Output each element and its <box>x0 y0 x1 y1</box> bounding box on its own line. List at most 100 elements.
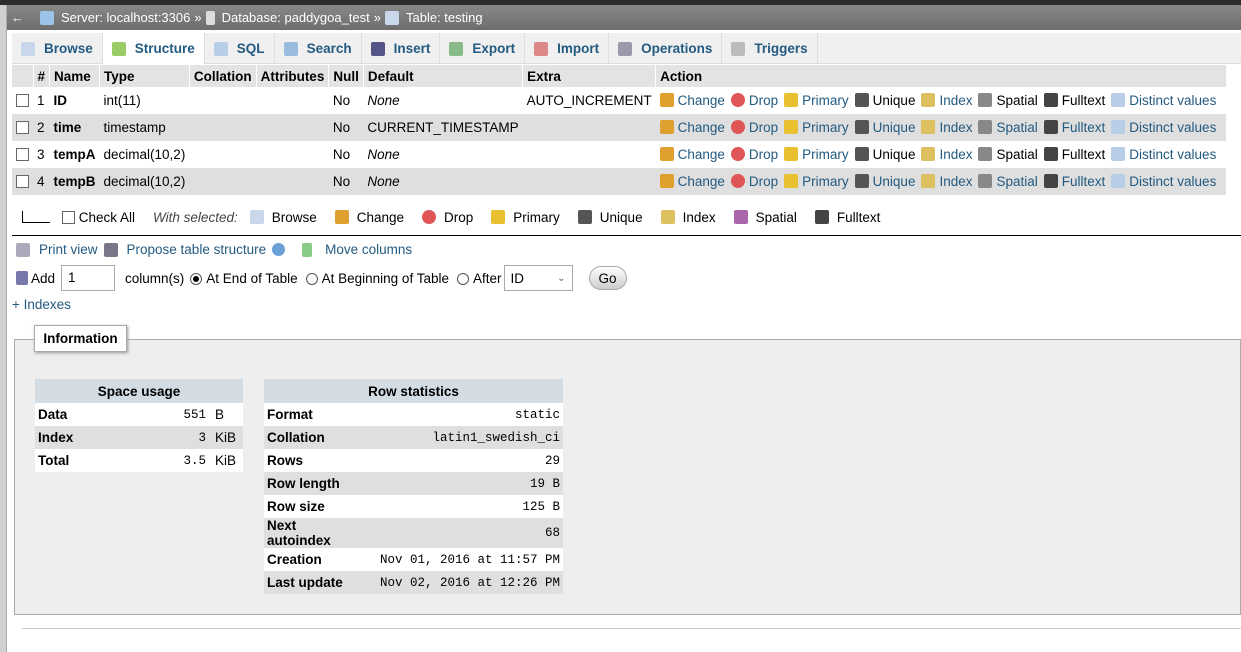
row-checkbox[interactable] <box>16 94 29 107</box>
row-checkbox[interactable] <box>16 148 29 161</box>
action-spatial[interactable]: Spatial <box>978 147 1038 162</box>
action-distinct[interactable]: Distinct values <box>1111 147 1216 162</box>
action-distinct[interactable]: Distinct values <box>1111 120 1216 135</box>
action-unique[interactable]: Unique <box>854 120 915 135</box>
breadcrumb-database[interactable]: Database: paddygoa_test <box>222 10 370 25</box>
row-checkbox[interactable] <box>16 175 29 188</box>
action-distinct[interactable]: Distinct values <box>1111 93 1216 108</box>
column-attributes <box>256 87 329 114</box>
row-statistics-row: Creation Nov 01, 2016 at 11:57 PM <box>264 548 563 571</box>
with-selected-drop[interactable]: Drop <box>422 209 473 225</box>
action-fulltext[interactable]: Fulltext <box>1043 120 1105 135</box>
breadcrumb-table[interactable]: Table: testing <box>406 10 483 25</box>
navigation-collapse-bar[interactable] <box>0 5 7 652</box>
column-header: Null <box>328 65 364 87</box>
with-selected-browse[interactable]: Browse <box>249 209 317 225</box>
tab-structure[interactable]: Structure <box>102 33 205 64</box>
with-selected-primary[interactable]: Primary <box>491 209 560 225</box>
unique-icon <box>854 147 869 161</box>
column-header: Action <box>655 65 1227 87</box>
action-fulltext[interactable]: Fulltext <box>1043 147 1105 162</box>
action-change[interactable]: Change <box>659 174 725 189</box>
tab-search[interactable]: Search <box>275 33 362 64</box>
table-links: Print view Propose table structure Move … <box>16 242 412 257</box>
row-statistics-table: Row statistics Format static Collation lati… <box>264 379 563 594</box>
unique-icon <box>854 174 869 188</box>
move-columns-link[interactable]: Move columns <box>325 242 412 257</box>
table-row: 2 time timestamp No CURRENT_TIMESTAMP Ch… <box>12 114 1227 141</box>
fulltext-icon <box>1043 120 1058 134</box>
action-index[interactable]: Index <box>921 174 972 189</box>
tab-import[interactable]: Import <box>525 33 610 64</box>
action-index[interactable]: Index <box>921 147 972 162</box>
action-change[interactable]: Change <box>659 120 725 135</box>
with-selected-index[interactable]: Index <box>660 209 716 225</box>
information-legend: Information <box>34 325 127 352</box>
action-change[interactable]: Change <box>659 147 725 162</box>
tab-insert[interactable]: Insert <box>362 33 441 64</box>
row-statistics-header: Row statistics <box>264 379 563 403</box>
with-selected-spatial[interactable]: Spatial <box>733 209 797 225</box>
breadcrumb: ← Server: localhost:3306 » Database: pad… <box>7 5 1241 30</box>
tab-browse[interactable]: Browse <box>12 33 103 64</box>
with-selected-unique[interactable]: Unique <box>577 209 643 225</box>
fulltext-icon <box>1043 147 1058 161</box>
back-arrow-icon[interactable]: ← <box>11 10 24 25</box>
tab-operations[interactable]: Operations <box>609 33 723 64</box>
action-drop[interactable]: Drop <box>730 93 778 108</box>
after-column-select[interactable]: ID ⌄ <box>503 265 573 291</box>
print-view-link[interactable]: Print view <box>39 242 98 257</box>
column-extra <box>522 114 656 141</box>
action-primary[interactable]: Primary <box>784 93 849 108</box>
action-primary[interactable]: Primary <box>784 120 849 135</box>
action-drop[interactable]: Drop <box>730 120 778 135</box>
action-index[interactable]: Index <box>921 93 972 108</box>
column-default: None <box>367 93 400 108</box>
action-fulltext[interactable]: Fulltext <box>1043 174 1105 189</box>
go-button[interactable]: Go <box>588 266 627 290</box>
breadcrumb-separator: » <box>373 10 381 25</box>
column-collation <box>189 141 256 168</box>
check-all[interactable]: Check All <box>62 210 135 225</box>
index-icon <box>921 147 936 161</box>
breadcrumb-server[interactable]: Server: localhost:3306 <box>61 10 190 25</box>
indexes-toggle-link[interactable]: + Indexes <box>12 297 71 312</box>
index-icon <box>921 174 936 188</box>
column-null: No <box>332 93 351 108</box>
action-primary[interactable]: Primary <box>784 147 849 162</box>
action-spatial[interactable]: Spatial <box>978 174 1038 189</box>
tab-sql[interactable]: SQL <box>205 33 275 64</box>
row-checkbox[interactable] <box>16 121 29 134</box>
column-count-input[interactable]: 1 <box>61 265 116 291</box>
action-unique[interactable]: Unique <box>854 174 915 189</box>
pencil-icon <box>659 120 674 134</box>
action-distinct[interactable]: Distinct values <box>1111 174 1216 189</box>
pencil-icon <box>334 209 349 224</box>
action-change[interactable]: Change <box>659 93 725 108</box>
key-icon <box>784 120 799 134</box>
column-name: tempA <box>53 147 96 162</box>
radio-at-beginning[interactable]: At Beginning of Table <box>305 271 449 286</box>
action-drop[interactable]: Drop <box>730 147 778 162</box>
column-header: # <box>33 65 51 87</box>
with-selected-fulltext[interactable]: Fulltext <box>814 209 880 225</box>
propose-table-structure-link[interactable]: Propose table structure <box>127 242 267 257</box>
with-selected-change[interactable]: Change <box>334 209 404 225</box>
radio-after[interactable]: After <box>456 271 502 286</box>
action-spatial[interactable]: Spatial <box>978 93 1038 108</box>
action-fulltext[interactable]: Fulltext <box>1043 93 1105 108</box>
action-index[interactable]: Index <box>921 120 972 135</box>
columns-label: column(s) <box>125 270 185 286</box>
action-unique[interactable]: Unique <box>854 147 915 162</box>
action-spatial[interactable]: Spatial <box>978 120 1038 135</box>
action-drop[interactable]: Drop <box>730 174 778 189</box>
tab-export[interactable]: Export <box>440 33 526 64</box>
wrench-icon <box>618 41 633 56</box>
action-primary[interactable]: Primary <box>784 174 849 189</box>
radio-at-end[interactable]: At End of Table <box>190 271 298 286</box>
tab-triggers[interactable]: Triggers <box>722 33 818 64</box>
propose-structure-icon <box>103 242 118 257</box>
column-null: No <box>332 147 351 162</box>
help-icon[interactable] <box>272 243 286 256</box>
action-unique[interactable]: Unique <box>854 93 915 108</box>
